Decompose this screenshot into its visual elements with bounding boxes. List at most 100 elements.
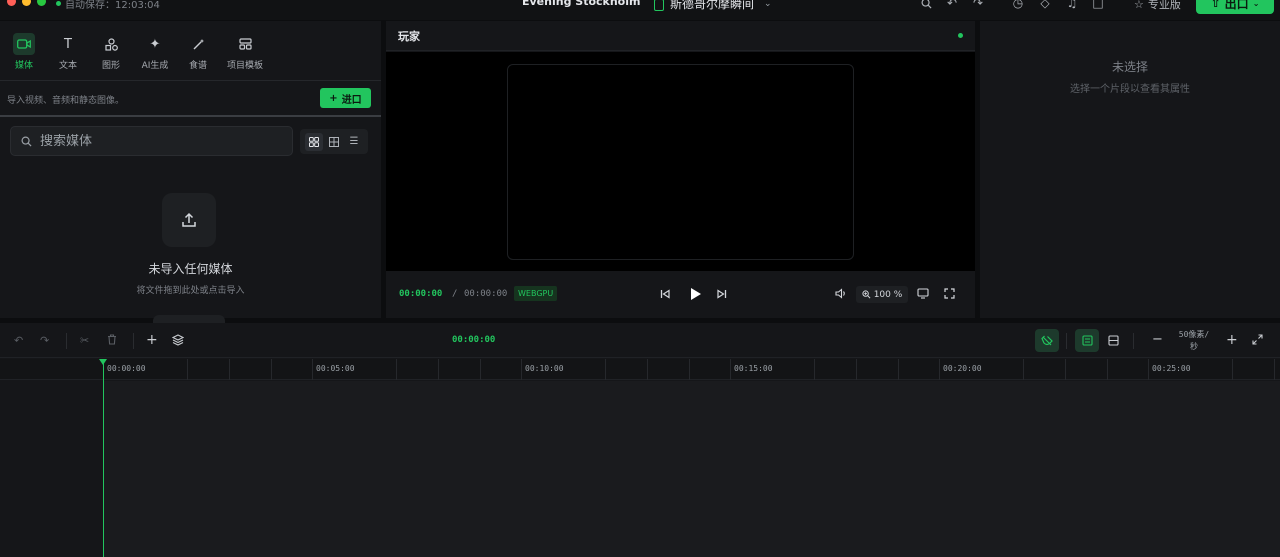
zoom-out-icon[interactable]: −	[1152, 332, 1163, 347]
import-button[interactable]: + 进口	[320, 88, 371, 108]
ruler-tick	[438, 359, 439, 380]
zoom-control[interactable]: 100 %	[856, 286, 908, 303]
autosave-status: 自动保存：12:03:04	[56, 0, 160, 11]
tab-shapes[interactable]: 图形	[91, 33, 131, 71]
list-view-icon[interactable]: ☰	[345, 133, 363, 151]
video-icon	[13, 33, 35, 55]
file-icon	[654, 0, 664, 11]
grid-large-view-icon[interactable]	[305, 132, 323, 151]
minimize-window-button[interactable]	[22, 0, 31, 6]
comment-icon[interactable]: □	[1091, 0, 1105, 10]
upload-icon	[182, 212, 196, 227]
monitor-icon[interactable]	[917, 288, 929, 299]
diamond-icon[interactable]: ◇	[1038, 0, 1052, 10]
sparkle-icon: ✦	[149, 36, 161, 52]
play-icon[interactable]	[689, 287, 702, 301]
zoom-in-icon[interactable]: +	[1226, 332, 1238, 348]
ruler-tick	[939, 359, 940, 380]
tab-media[interactable]: 媒体	[4, 33, 44, 71]
inspector-empty-title: 未选择	[1111, 60, 1148, 74]
timeline-zoom-label: 50像素/ 秒	[1171, 329, 1217, 353]
search-icon[interactable]	[919, 0, 933, 10]
upload-dropzone[interactable]	[162, 193, 216, 247]
trash-icon[interactable]	[107, 334, 117, 345]
history-icon[interactable]: ◷	[1011, 0, 1025, 10]
tab-text-label: 文本	[58, 61, 77, 71]
template-icon	[234, 33, 256, 55]
track-view-button[interactable]	[1075, 329, 1099, 352]
current-time: 00:00:00	[399, 289, 443, 299]
pro-button[interactable]: ☆ 专业版	[1134, 0, 1181, 12]
pro-label: 专业版	[1147, 0, 1181, 11]
ruler-tick	[689, 359, 690, 380]
scissors-icon[interactable]: ✂	[80, 334, 89, 347]
split-view-button[interactable]	[1101, 329, 1125, 352]
timeline-tracks[interactable]	[104, 381, 1280, 557]
volume-icon[interactable]	[835, 288, 847, 299]
export-button[interactable]: ⇧ 出口 ⌄	[1196, 0, 1274, 14]
ruler-tick	[480, 359, 481, 380]
expand-icon[interactable]	[1252, 334, 1263, 345]
tab-media-label: 媒体	[14, 61, 33, 71]
undo-icon[interactable]: ↶	[14, 334, 23, 347]
ruler-label: 00:15:00	[734, 364, 773, 373]
project-selector[interactable]: 斯德哥尔摩瞬间 ⌄	[654, 0, 772, 12]
title-bar: 自动保存：12:03:04 Evening Stockholm 斯德哥尔摩瞬间 …	[0, 0, 1280, 20]
view-mode-toggle: ☰	[300, 129, 368, 154]
player-header: 玩家	[386, 21, 975, 51]
tab-recipes-label: 食谱	[188, 61, 207, 71]
divider	[0, 115, 381, 117]
add-track-icon[interactable]: +	[146, 332, 158, 348]
close-window-button[interactable]	[7, 0, 16, 6]
magic-wand-icon	[187, 33, 209, 55]
timeline-ruler[interactable]: 00:00:00 00:05:00 00:10:00 00:15:00 00:2…	[0, 359, 1280, 380]
tab-recipes[interactable]: 食谱	[178, 33, 218, 71]
tab-project-templates[interactable]: 项目模板	[224, 33, 266, 71]
empty-state-subtitle: 将文件拖到此处或点击导入	[136, 286, 245, 296]
tab-ai-generate-label: AI生成	[141, 61, 169, 71]
ruler-label: 00:25:00	[1152, 364, 1191, 373]
star-icon: ☆	[1134, 0, 1144, 11]
skip-forward-icon[interactable]	[717, 289, 727, 299]
ruler-tick	[856, 359, 857, 380]
ruler-label: 00:05:00	[316, 364, 355, 373]
magnet-snap-button[interactable]	[1035, 329, 1059, 352]
search-input[interactable]	[40, 133, 270, 149]
ruler-label: 00:20:00	[943, 364, 982, 373]
ruler-tick	[312, 359, 313, 380]
redo-icon[interactable]: ↷	[40, 334, 49, 347]
layers-icon[interactable]	[172, 334, 184, 346]
shapes-icon	[100, 33, 122, 55]
redo-icon[interactable]: ↷	[971, 0, 985, 10]
maximize-window-button[interactable]	[37, 0, 46, 6]
tab-text[interactable]: T 文本	[48, 33, 88, 72]
ruler-tick	[271, 359, 272, 380]
undo-icon[interactable]: ↶	[945, 0, 959, 10]
autosave-text: 自动保存：12:03:04	[65, 0, 160, 11]
preview-canvas[interactable]	[507, 64, 854, 260]
ruler-tick	[814, 359, 815, 380]
search-icon	[21, 136, 32, 147]
fullscreen-icon[interactable]	[944, 288, 955, 299]
toolbar-divider	[66, 333, 67, 349]
music-icon[interactable]: ♫	[1065, 0, 1079, 10]
app-title: Evening Stockholm	[522, 0, 641, 8]
divider	[0, 80, 381, 81]
import-button-label: 进口	[341, 94, 362, 106]
grid-small-view-icon[interactable]	[325, 133, 343, 151]
skip-back-icon[interactable]	[660, 289, 670, 299]
tab-ai-generate[interactable]: ✦ AI生成	[135, 33, 175, 72]
player-title: 玩家	[398, 30, 420, 43]
status-dot-icon	[958, 33, 963, 38]
playhead-handle[interactable]	[99, 359, 107, 365]
import-hint: 导入视频、音频和静态图像。	[7, 96, 125, 106]
inspector-empty-subtitle: 选择一个片段以查看其属性	[1070, 84, 1190, 95]
ruler-tick	[1274, 359, 1275, 380]
search-field[interactable]	[10, 126, 293, 156]
ruler-tick	[1065, 359, 1066, 380]
plus-icon: +	[329, 92, 338, 104]
timeline-current-time: 00:00:00	[452, 335, 496, 345]
playhead[interactable]	[103, 359, 104, 557]
player-panel: 玩家 00:00:00 / 00:00:00 WEBGPU 100 %	[386, 21, 975, 318]
import-media-button[interactable]	[153, 315, 225, 323]
